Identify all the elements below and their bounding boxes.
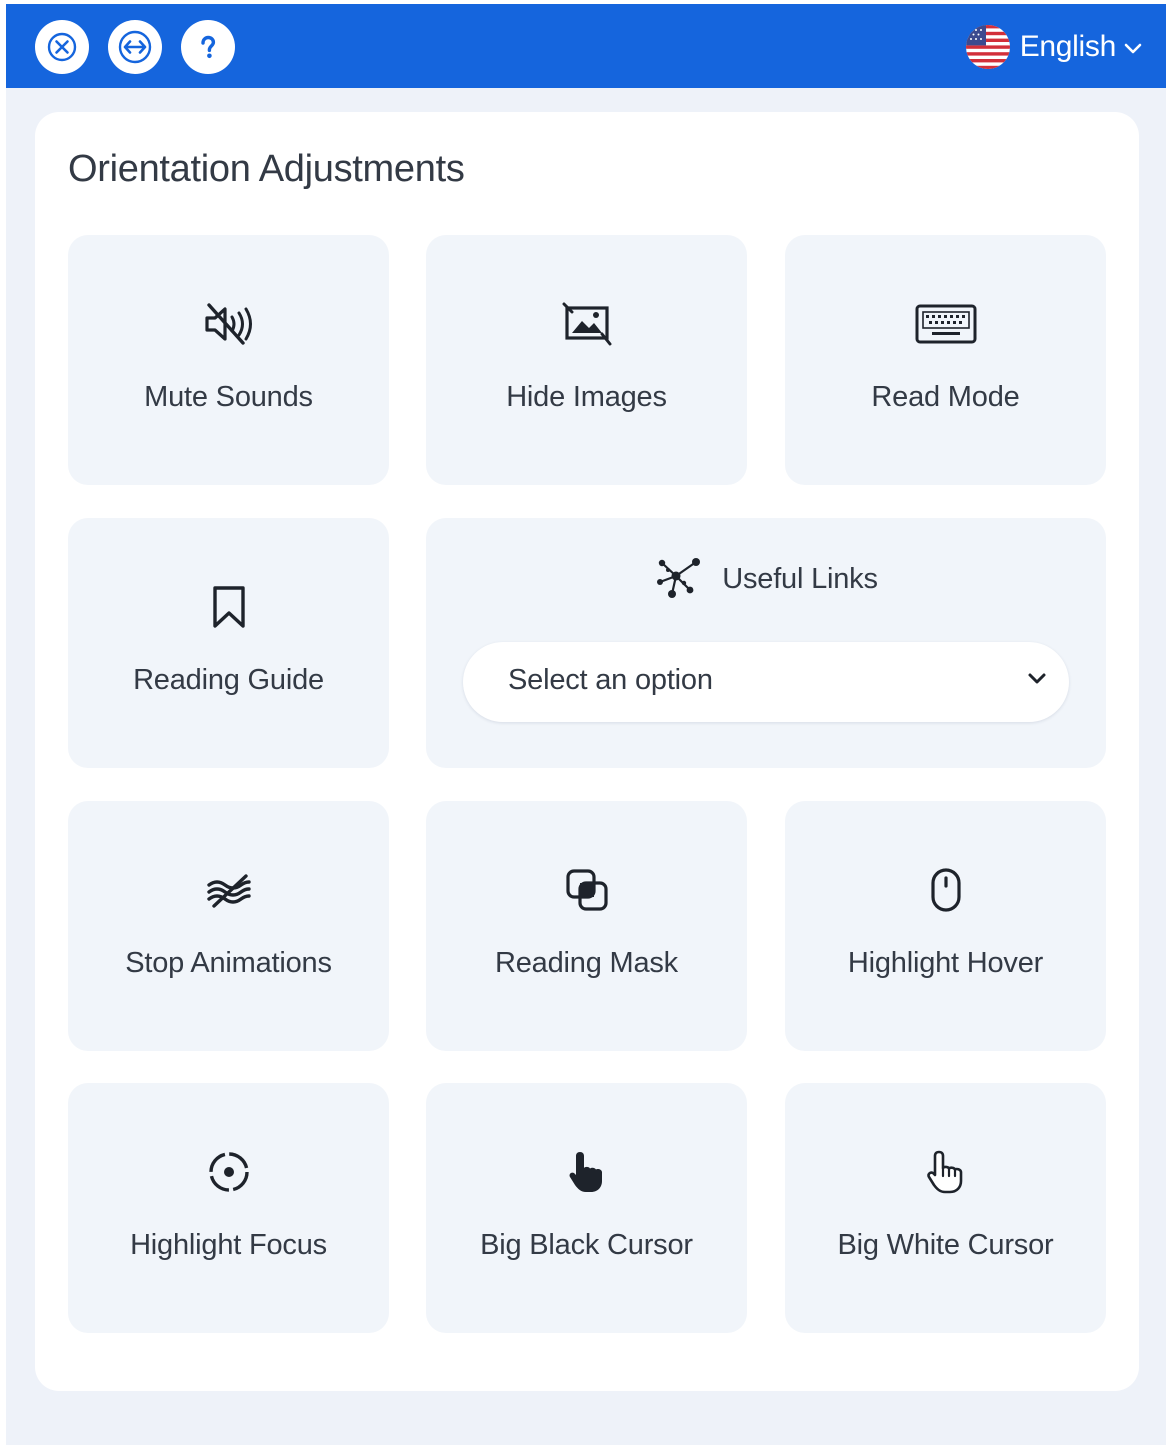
highlight-hover-tile[interactable]: Highlight Hover <box>785 801 1106 1051</box>
hide-images-tile[interactable]: Hide Images <box>426 235 747 485</box>
accessibility-widget: English Orientation Adjustments Mute Sou… <box>6 4 1166 1445</box>
useful-links-label: Useful Links <box>722 562 878 595</box>
big-white-cursor-tile[interactable]: Big White Cursor <box>785 1083 1106 1333</box>
network-nodes-icon <box>657 558 701 598</box>
mute-sounds-tile[interactable]: Mute Sounds <box>68 235 389 485</box>
tile-label: Stop Animations <box>125 947 332 979</box>
mouse-icon <box>930 868 961 912</box>
tile-label: Mute Sounds <box>144 381 313 413</box>
question-icon <box>201 35 216 59</box>
move-widget-button[interactable] <box>108 20 162 74</box>
black-hand-cursor-icon <box>569 1152 602 1192</box>
speaker-mute-icon <box>204 303 252 345</box>
us-flag-icon <box>965 25 1010 69</box>
chevron-down-icon <box>1124 43 1142 54</box>
tile-label: Highlight Hover <box>847 947 1044 979</box>
chevron-down-icon <box>1028 673 1046 684</box>
white-hand-cursor-icon <box>926 1150 962 1194</box>
tile-label: Reading Guide <box>133 664 324 696</box>
tile-label: Highlight Focus <box>130 1229 327 1261</box>
keyboard-icon <box>915 304 976 344</box>
orientation-adjustments-panel: Orientation Adjustments Mute Sounds Hide… <box>35 112 1139 1391</box>
useful-links-select[interactable]: Select an option <box>463 642 1069 722</box>
focus-circle-icon <box>208 1152 249 1192</box>
overlapping-squares-icon <box>565 869 608 911</box>
highlight-focus-tile[interactable]: Highlight Focus <box>68 1083 389 1333</box>
tile-label: Hide Images <box>506 381 667 413</box>
reading-guide-tile[interactable]: Reading Guide <box>68 518 389 768</box>
close-icon <box>47 32 77 62</box>
arrows-left-right-icon <box>118 30 152 64</box>
read-mode-tile[interactable]: Read Mode <box>785 235 1106 485</box>
tile-label: Big Black Cursor <box>480 1229 693 1261</box>
big-black-cursor-tile[interactable]: Big Black Cursor <box>426 1083 747 1333</box>
section-title: Orientation Adjustments <box>68 148 465 190</box>
language-label: English <box>1019 30 1117 63</box>
stop-animations-tile[interactable]: Stop Animations <box>68 801 389 1051</box>
close-button[interactable] <box>35 20 89 74</box>
reading-mask-tile[interactable]: Reading Mask <box>426 801 747 1051</box>
tile-label: Reading Mask <box>495 947 678 979</box>
language-selector[interactable]: English <box>965 24 1142 70</box>
widget-header: English <box>6 4 1166 88</box>
help-button[interactable] <box>181 20 235 74</box>
select-value: Select an option <box>508 664 713 696</box>
image-crossed-icon <box>562 302 611 346</box>
useful-links-tile: Useful Links Select an option <box>426 518 1106 768</box>
waves-crossed-icon <box>206 874 251 908</box>
tile-label: Big White Cursor <box>837 1229 1054 1261</box>
tile-label: Read Mode <box>871 381 1020 413</box>
bookmark-icon <box>212 586 245 628</box>
